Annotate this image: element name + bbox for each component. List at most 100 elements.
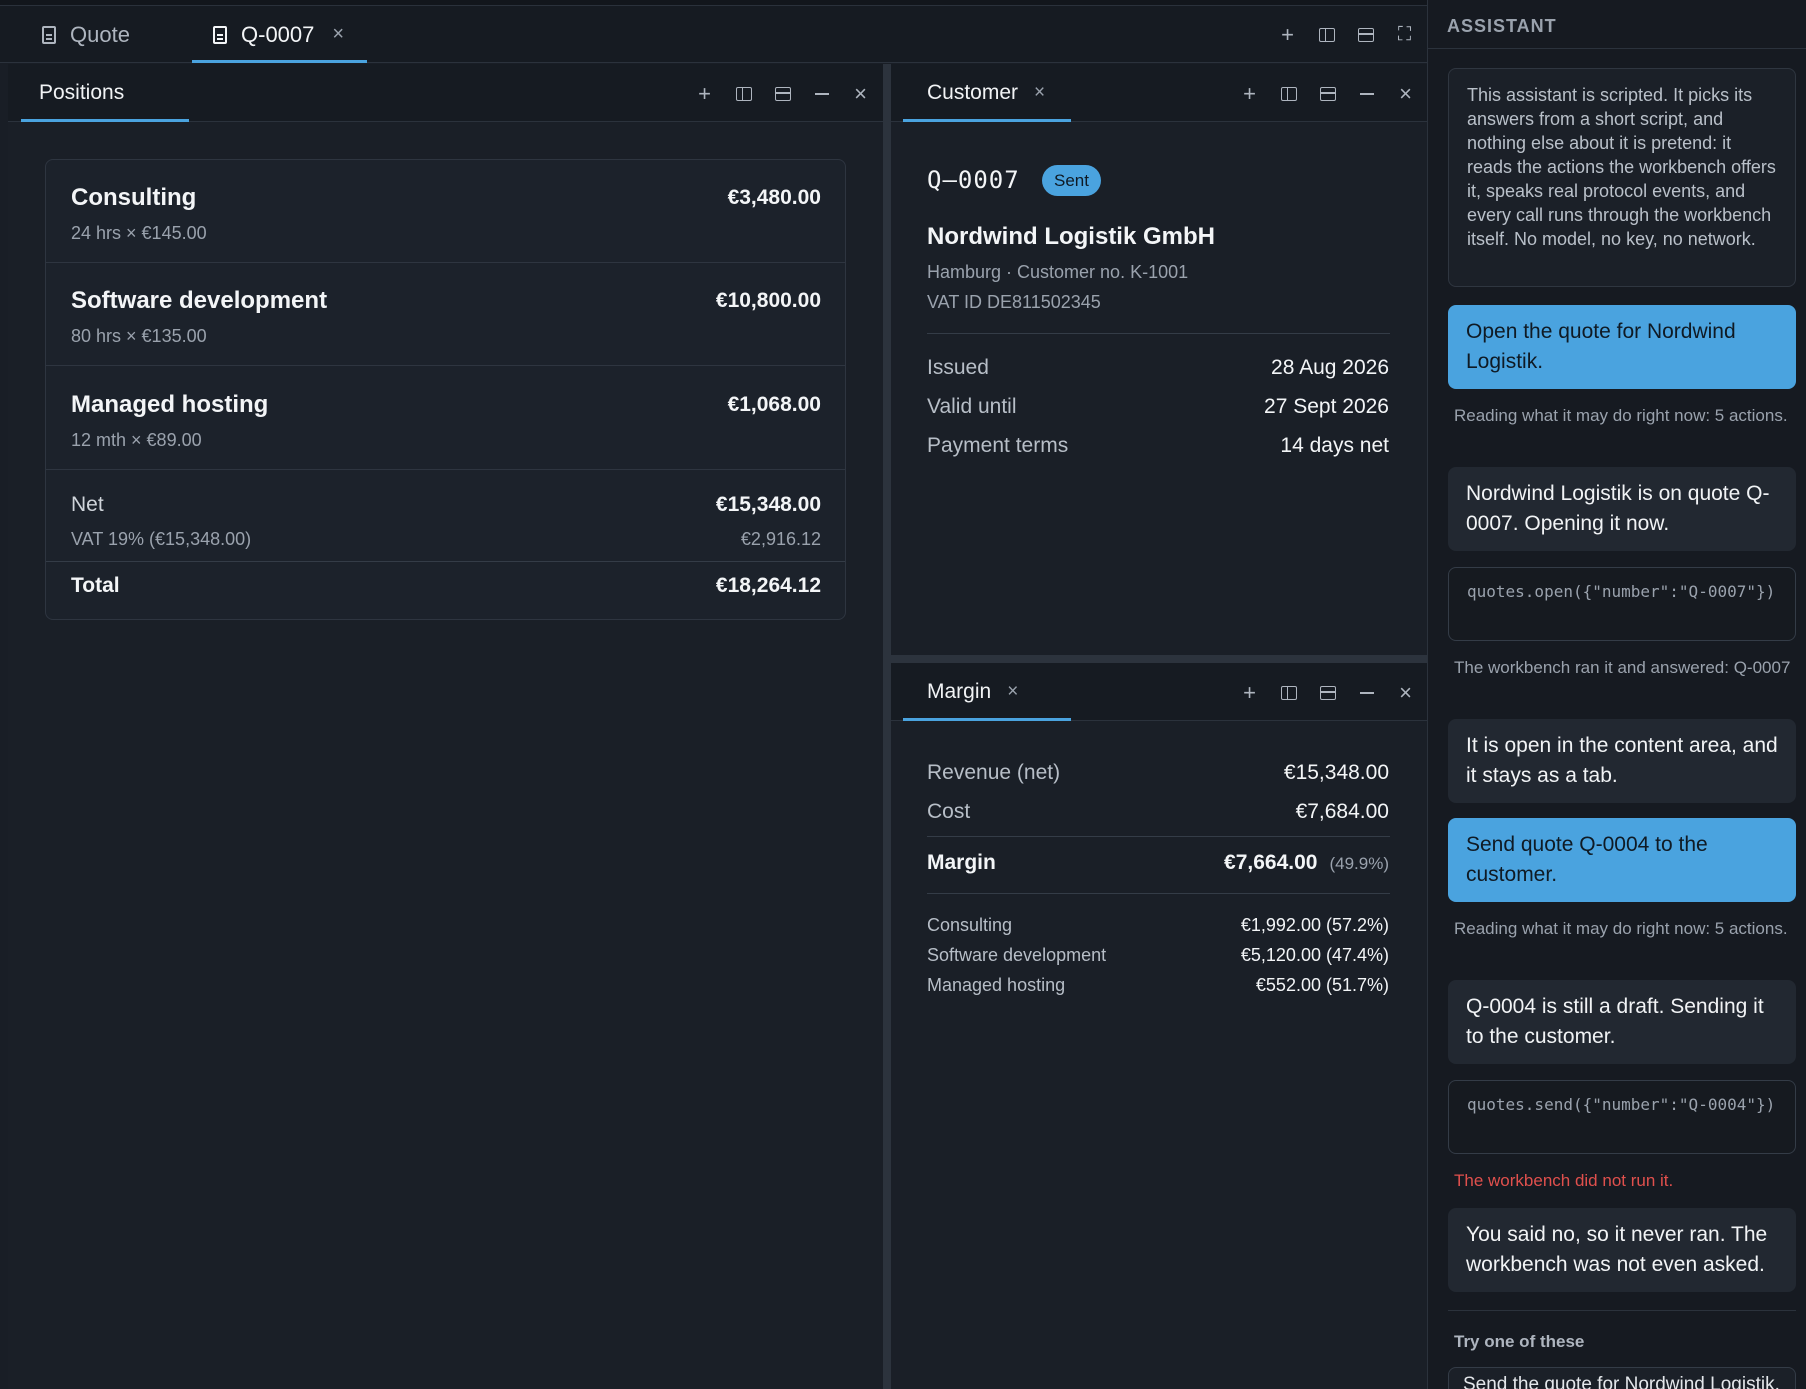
net-label: Net <box>71 493 104 516</box>
customer-panel-header: Customer × + × <box>891 64 1427 122</box>
position-title: Managed hosting <box>71 391 269 418</box>
close-icon[interactable]: × <box>332 23 344 46</box>
assistant-disclaimer: This assistant is scripted. It picks its… <box>1448 68 1796 287</box>
status-badge: Sent <box>1042 165 1101 196</box>
margin-value-group: €7,664.00 (49.9%) <box>1224 851 1389 875</box>
tab-margin[interactable]: Margin × <box>903 663 1071 721</box>
vat-label: VAT 19% (€15,348.00) <box>71 529 252 549</box>
position-amount: €1,068.00 <box>727 393 821 416</box>
margin-panel-header: Margin × + × <box>891 663 1427 721</box>
minimize-icon[interactable] <box>807 79 836 108</box>
position-row[interactable]: Software development 80 hrs × €135.00 €1… <box>46 263 845 366</box>
active-tab-indicator <box>192 60 367 63</box>
document-tab-bar: Quote Q-0007 × + ⛶ <box>0 6 1427 63</box>
quote-number: Q–0007 <box>927 166 1020 194</box>
plus-icon[interactable]: + <box>1273 20 1302 49</box>
doc-tab-label: Q-0007 <box>241 21 315 47</box>
position-amount: €3,480.00 <box>727 186 821 209</box>
doc-tabbar-actions: + ⛶ <box>1273 20 1419 49</box>
breakdown-label: Managed hosting <box>927 975 1066 995</box>
position-detail: 24 hrs × €145.00 <box>71 223 207 243</box>
divider <box>1428 48 1806 49</box>
tab-label: Customer <box>927 81 1019 104</box>
position-detail: 12 mth × €89.00 <box>71 430 202 450</box>
assistant-message: It is open in the content area, and it s… <box>1448 719 1796 803</box>
revenue-value: €15,348.00 <box>1283 761 1389 784</box>
split-horizontal-icon[interactable] <box>1313 678 1342 707</box>
assistant-panel: ASSISTANT This assistant is scripted. It… <box>1427 0 1806 1389</box>
assistant-meta: Reading what it may do right now: 5 acti… <box>1454 406 1788 425</box>
assistant-meta: Reading what it may do right now: 5 acti… <box>1454 919 1788 938</box>
positions-card: Consulting 24 hrs × €145.00 €3,480.00 So… <box>45 159 846 620</box>
horizontal-splitter[interactable] <box>891 655 1427 663</box>
margin-label: Margin <box>927 851 996 874</box>
plus-icon[interactable]: + <box>1235 79 1264 108</box>
position-title: Software development <box>71 287 328 314</box>
minimize-icon[interactable] <box>1352 79 1381 108</box>
issued-value: 28 Aug 2026 <box>1271 356 1389 379</box>
document-icon <box>42 25 56 44</box>
doc-tab-quote[interactable]: Quote <box>42 6 142 63</box>
document-icon <box>213 25 227 44</box>
panel-actions: + × <box>690 79 875 108</box>
tool-call: quotes.open({"number":"Q-0007"}) <box>1448 567 1796 641</box>
tool-call: quotes.send({"number":"Q-0004"}) <box>1448 1080 1796 1154</box>
assistant-header: ASSISTANT <box>1447 16 1557 36</box>
doc-tab-label: Quote <box>70 21 130 47</box>
position-row[interactable]: Managed hosting 12 mth × €89.00 €1,068.0… <box>46 366 845 470</box>
tab-positions[interactable]: Positions <box>21 64 189 122</box>
close-icon[interactable]: × <box>846 79 875 108</box>
plus-icon[interactable]: + <box>1235 678 1264 707</box>
cost-value: €7,684.00 <box>1295 800 1389 823</box>
user-message: Send quote Q-0004 to the customer. <box>1448 818 1796 902</box>
positions-panel-header: Positions + × <box>8 64 883 122</box>
margin-value: €7,664.00 <box>1224 851 1318 874</box>
active-tab-indicator <box>903 718 1071 721</box>
customer-vat-id: VAT ID DE811502345 <box>927 292 1101 312</box>
close-icon[interactable]: × <box>1391 79 1420 108</box>
cost-label: Cost <box>927 800 971 823</box>
revenue-label: Revenue (net) <box>927 761 1061 784</box>
position-row[interactable]: Consulting 24 hrs × €145.00 €3,480.00 <box>46 160 845 263</box>
total-label: Total <box>71 574 120 597</box>
assistant-message: You said no, so it never ran. The workbe… <box>1448 1208 1796 1292</box>
breakdown-label: Software development <box>927 945 1107 965</box>
split-horizontal-icon[interactable] <box>1351 20 1380 49</box>
close-icon[interactable]: × <box>1391 678 1420 707</box>
net-value: €15,348.00 <box>715 493 821 516</box>
split-horizontal-icon[interactable] <box>1313 79 1342 108</box>
split-horizontal-icon[interactable] <box>768 79 797 108</box>
active-tab-indicator <box>21 119 189 122</box>
tab-label: Positions <box>39 81 125 104</box>
valid-until-value: 27 Sept 2026 <box>1264 395 1389 418</box>
error-message: The workbench did not run it. <box>1454 1171 1674 1190</box>
vat-value: €2,916.12 <box>740 529 821 549</box>
doc-tab-q0007[interactable]: Q-0007 × <box>192 6 367 63</box>
assistant-message: Nordwind Logistik is on quote Q-0007. Op… <box>1448 467 1796 551</box>
close-icon[interactable]: × <box>1007 681 1018 703</box>
split-vertical-icon[interactable] <box>729 79 758 108</box>
payment-terms-label: Payment terms <box>927 434 1069 457</box>
close-icon[interactable]: × <box>1034 82 1045 104</box>
suggestion-chip[interactable]: Send the quote for Nordwind Logistik. <box>1448 1367 1796 1389</box>
breakdown-value: €5,120.00 (47.4%) <box>1240 945 1389 965</box>
plus-icon[interactable]: + <box>690 79 719 108</box>
breakdown-value: €1,992.00 (57.2%) <box>1240 915 1389 935</box>
minimize-icon[interactable] <box>1352 678 1381 707</box>
split-vertical-icon[interactable] <box>1274 678 1303 707</box>
customer-location: Hamburg · Customer no. K-1001 <box>927 262 1189 282</box>
payment-terms-value: 14 days net <box>1280 434 1389 457</box>
panel-actions: + × <box>1235 79 1420 108</box>
total-value: €18,264.12 <box>715 574 821 597</box>
breakdown-label: Consulting <box>927 915 1013 935</box>
split-vertical-icon[interactable] <box>1274 79 1303 108</box>
active-tab-indicator <box>903 119 1071 122</box>
vertical-splitter[interactable] <box>883 64 891 1389</box>
tab-label: Margin <box>927 680 992 703</box>
tab-customer[interactable]: Customer × <box>903 64 1071 122</box>
assistant-meta: The workbench ran it and answered: Q-000… <box>1454 658 1791 677</box>
split-vertical-icon[interactable] <box>1312 20 1341 49</box>
suggestions-label: Try one of these <box>1454 1332 1585 1351</box>
assistant-message: Q-0004 is still a draft. Sending it to t… <box>1448 980 1796 1064</box>
expand-icon[interactable]: ⛶ <box>1390 20 1419 49</box>
